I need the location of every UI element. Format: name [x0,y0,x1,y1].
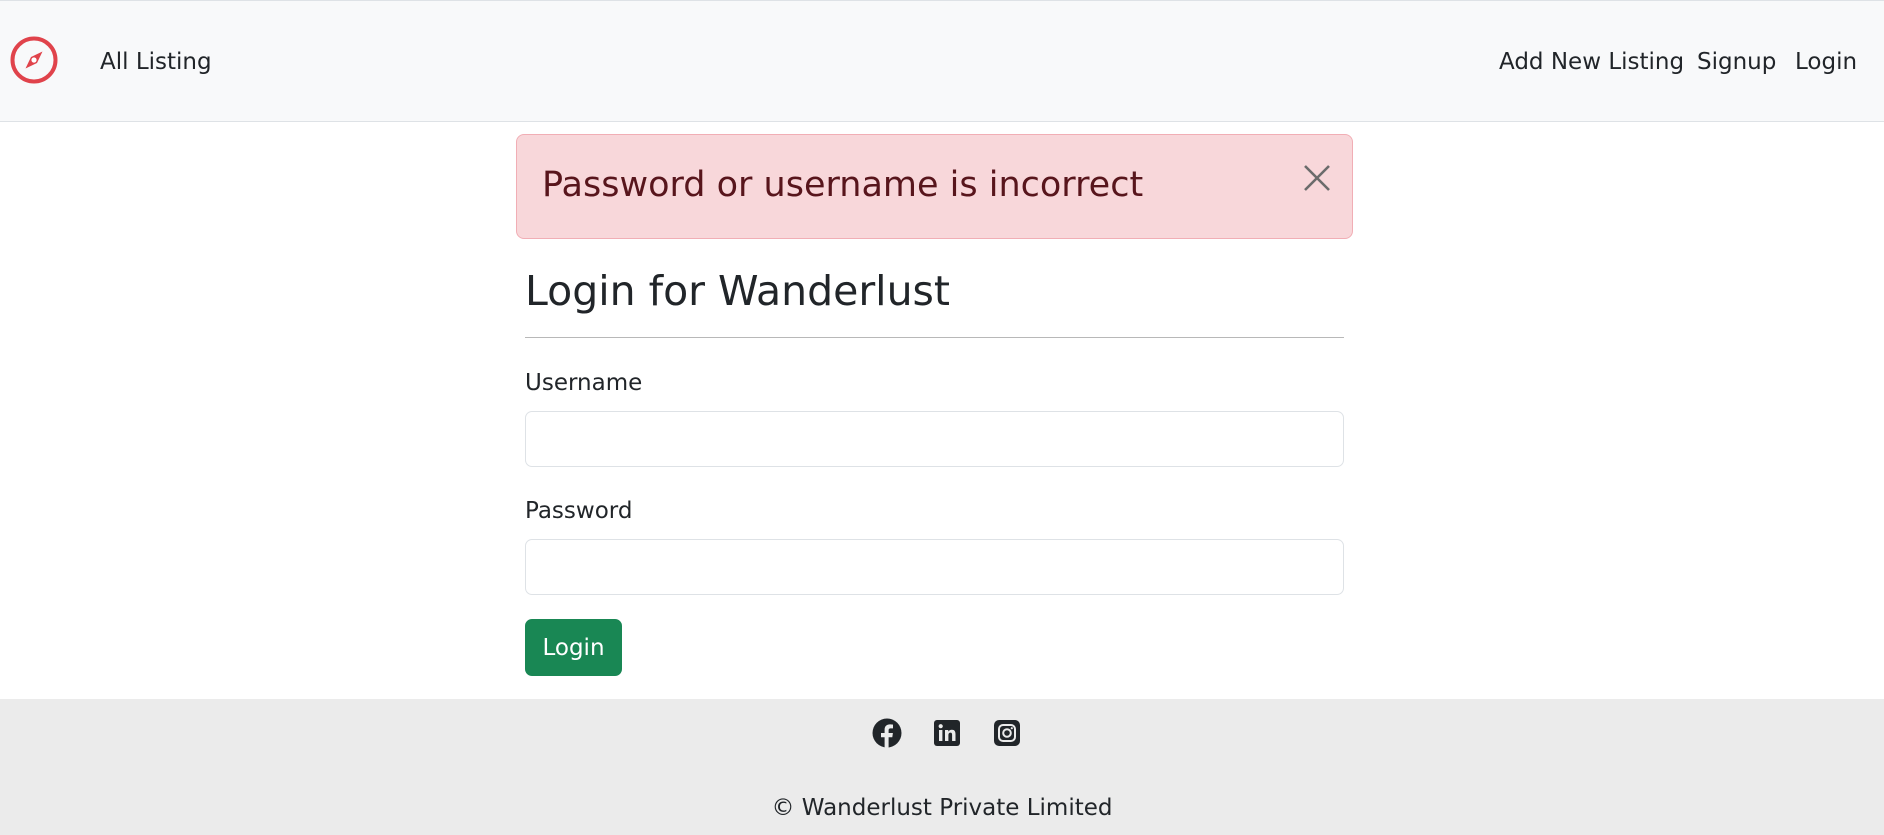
compass-icon[interactable] [9,35,59,85]
footer: © Wanderlust Private Limited [0,699,1884,835]
nav-login[interactable]: Login [1795,48,1857,76]
error-alert: Password or username is incorrect [516,134,1353,239]
password-label: Password [525,498,633,524]
alert-message: Password or username is incorrect [542,165,1144,205]
nav-signup[interactable]: Signup [1697,48,1776,76]
instagram-icon[interactable] [992,718,1022,748]
navbar: All Listing Add New Listing Signup Login [0,0,1884,122]
close-icon[interactable] [1302,163,1332,193]
password-input[interactable] [525,539,1344,595]
username-label: Username [525,370,643,396]
nav-all-listing[interactable]: All Listing [100,48,212,76]
linkedin-icon[interactable] [932,718,962,748]
facebook-icon[interactable] [872,718,902,748]
title-divider [525,337,1344,338]
copyright-text: © Wanderlust Private Limited [771,795,1113,821]
page-title: Login for Wanderlust [525,267,950,315]
nav-add-new-listing[interactable]: Add New Listing [1499,48,1684,76]
username-input[interactable] [525,411,1344,467]
login-button[interactable]: Login [525,619,622,676]
